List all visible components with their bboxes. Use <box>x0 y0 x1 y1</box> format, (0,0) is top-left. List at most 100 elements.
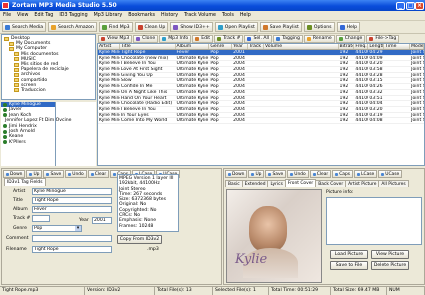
grid-track-button[interactable]: Track # <box>214 34 244 43</box>
tab-all-pictures[interactable]: All Pictures <box>378 180 409 187</box>
column-header-artist[interactable]: Artist <box>98 44 120 49</box>
comment-field[interactable] <box>32 235 112 242</box>
column-header-freq[interactable]: Freq. <box>354 44 369 49</box>
column-header-genre[interactable]: Genre <box>209 44 233 49</box>
toolbar-search-media-button[interactable]: Search Media <box>2 22 47 32</box>
column-header-length[interactable]: Length <box>368 44 385 49</box>
column-header-track[interactable]: Track # <box>248 44 264 49</box>
toolbar-help-button[interactable]: Help <box>336 22 361 32</box>
folder-tree[interactable]: Desktop My Documents My Computer Mis docume… <box>1 34 96 100</box>
grid-clone-button[interactable]: Clone <box>133 34 159 43</box>
tag-up-button[interactable]: Up <box>26 170 43 178</box>
tag-save-button[interactable]: Save <box>43 170 65 178</box>
cell-year: 2004 <box>233 84 245 89</box>
cell-freq: 44100 <box>355 61 368 67</box>
cell-title: Hand On Your Heart <box>120 95 167 101</box>
art-lcase-button[interactable]: LCase <box>354 170 378 178</box>
grid-view-mp3-button[interactable]: View Mp3 <box>98 34 133 43</box>
tab-artist-picture[interactable]: Artist Picture <box>345 180 380 187</box>
menu-bookmarks[interactable]: Bookmarks <box>128 13 155 18</box>
column-header-time[interactable]: Time <box>384 44 411 49</box>
toolbar-find-mp3-button[interactable]: Find Mp3 <box>98 22 133 32</box>
tab-back-cover[interactable]: Back Cover <box>315 180 347 187</box>
column-header-volume[interactable]: Volume <box>264 44 339 49</box>
cell-album: Ultimate Kylie <box>176 84 209 89</box>
artist-list[interactable]: Kylie Minogue Javier Jean Koch Jennifer Lop… <box>1 102 72 166</box>
grid-rename-button[interactable]: Rename <box>303 34 335 43</box>
menu-file[interactable]: File <box>3 13 11 18</box>
toolbar-open-playlist-label: Open Playlist <box>224 24 255 30</box>
toolbar-save-playlist-button[interactable]: Save Playlist <box>259 22 302 32</box>
menu-history[interactable]: History <box>161 13 178 18</box>
column-header-bitrate[interactable]: Bitrate <box>339 44 355 49</box>
album-field[interactable]: Fever <box>32 206 112 213</box>
toolbar-options-label: Options <box>313 24 332 30</box>
tree-item-traduccion[interactable]: Traduccion <box>4 88 93 93</box>
column-header-year[interactable]: Year <box>232 44 249 49</box>
column-header-title[interactable]: Title <box>120 44 176 49</box>
menu-tools[interactable]: Tools <box>222 13 234 18</box>
tag-undo-button[interactable]: Undo <box>65 170 87 178</box>
delete-picture-button[interactable]: Delete Picture <box>371 261 409 270</box>
menu-edit-tag[interactable]: Edit Tag <box>34 13 53 18</box>
art-undo-button[interactable]: Undo <box>287 170 309 178</box>
art-up-button[interactable]: Up <box>248 170 265 178</box>
copy-from-id3v2-button[interactable]: Copy From ID3v2 <box>117 235 162 244</box>
cell-length: 03:32 <box>369 89 383 95</box>
menu-mp3-library[interactable]: Mp3 Library <box>94 13 123 18</box>
grid-tagging-button[interactable]: Tagging <box>273 34 303 43</box>
chevron-down-icon[interactable]: ▾ <box>75 226 81 231</box>
title-field[interactable]: Tight Rope <box>32 197 112 204</box>
cell-mode: Joint Stereo <box>411 84 424 89</box>
column-header-mode[interactable]: Mode <box>410 44 424 49</box>
toolbar-clean-up-button[interactable]: Clean Up <box>134 22 169 32</box>
toolbar-search-amazon-button[interactable]: Search Amazon <box>48 22 97 32</box>
grid-mp3-info-button[interactable]: Mp3 Info <box>159 34 192 43</box>
column-header-album[interactable]: Album <box>176 44 210 49</box>
art-down-button[interactable]: Down <box>225 170 248 178</box>
artist-item-k-pllers[interactable]: K'Pllers <box>1 140 55 145</box>
year-field[interactable]: 2001 <box>92 217 112 224</box>
toolbar-options-button[interactable]: Options <box>303 22 335 32</box>
artist-field[interactable]: Kylie Minogue <box>32 188 112 195</box>
tab-basic[interactable]: Basic <box>225 180 243 187</box>
menu-track-volume[interactable]: Track Volume <box>184 13 216 18</box>
art-clear-button[interactable]: Clear <box>309 170 332 178</box>
save-to-file-button[interactable]: Save to File <box>330 261 368 270</box>
filename-field[interactable]: Tight Rope <box>32 246 112 253</box>
tag-down-button[interactable]: Down <box>3 170 26 178</box>
tab-extended[interactable]: Extended <box>241 180 269 187</box>
grid-file-tag-button[interactable]: File->Tag <box>366 34 400 43</box>
menu-id3-tagging[interactable]: ID3 Tagging <box>59 13 87 18</box>
genre-select[interactable]: Pop ▾ <box>32 225 82 232</box>
toolbar-open-playlist-button[interactable]: Open Playlist <box>214 22 258 32</box>
menu-help[interactable]: Help <box>240 13 251 18</box>
minimize-button[interactable]: _ <box>396 1 405 10</box>
cell-artist: Kylie Minogue <box>99 118 120 123</box>
tab-lyrics[interactable]: Lyrics <box>267 180 286 187</box>
folder-icon <box>14 57 19 62</box>
close-button[interactable]: × <box>415 1 424 10</box>
cell-time <box>384 56 410 61</box>
tab-id3v1[interactable]: ID3v1 Tag Fields <box>4 178 46 186</box>
view-picture-button[interactable]: View Picture <box>371 250 409 259</box>
menu-view[interactable]: View <box>17 13 28 18</box>
art-caps-button[interactable]: Caps <box>332 170 354 178</box>
track-field[interactable] <box>32 215 50 222</box>
art-save-button[interactable]: Save <box>265 170 287 178</box>
tag-clear-button[interactable]: Clear <box>87 170 110 178</box>
table-row[interactable]: Kylie MinogueCome Into My World Ultimate … <box>98 118 424 124</box>
cell-bitrate: 192 <box>339 84 349 89</box>
grid-sel-all-button[interactable]: Sel. All <box>244 34 273 43</box>
tab-front-cover[interactable]: Front Cover <box>284 179 317 187</box>
maximize-button[interactable]: □ <box>406 1 415 10</box>
grid-change-button[interactable]: Change <box>335 34 366 43</box>
cell-mode: Joint Stereo <box>411 95 424 101</box>
load-picture-button[interactable]: Load Picture <box>330 250 368 259</box>
art-ucase-button[interactable]: UCase <box>378 170 403 178</box>
cell-volume <box>264 113 339 118</box>
cell-length: 04:04 <box>369 101 383 106</box>
toolbar-show-id3-button[interactable]: Show ID3++ <box>170 22 213 32</box>
file-grid[interactable]: ArtistTitleAlbumGenreYearTrack #VolumeBi… <box>97 43 425 166</box>
grid-edit-button[interactable]: Edit <box>192 34 214 43</box>
